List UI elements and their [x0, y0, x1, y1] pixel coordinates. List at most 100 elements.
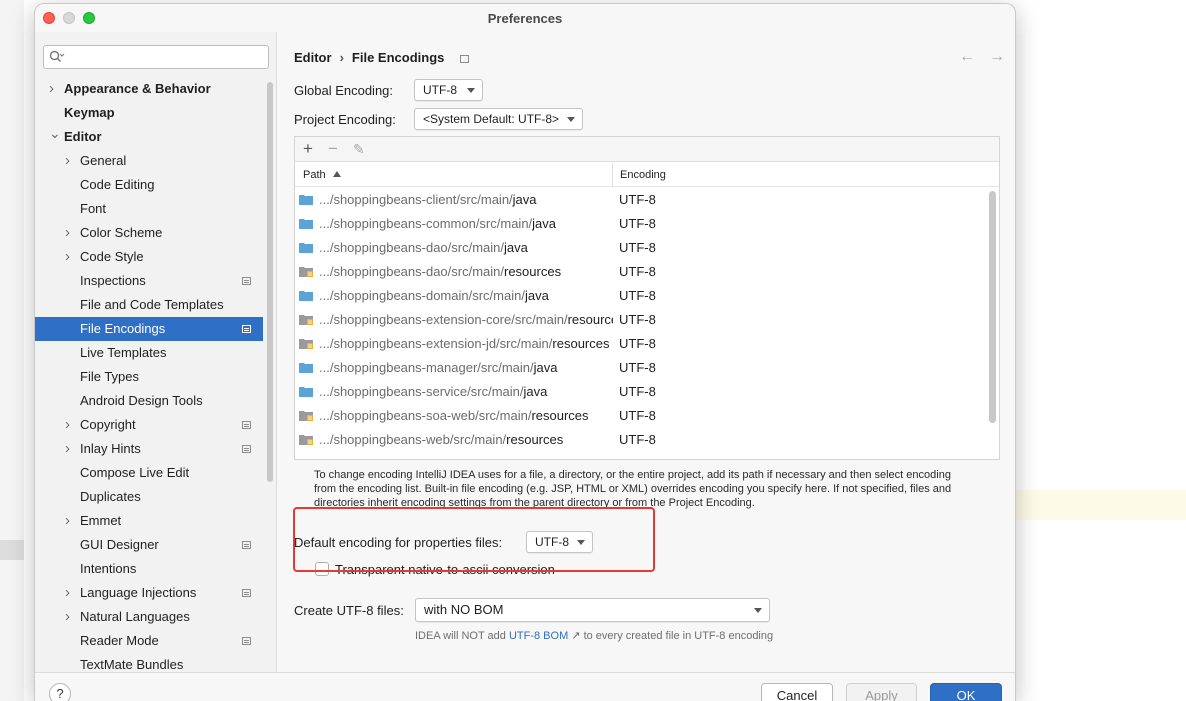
table-row[interactable]: .../shoppingbeans-web/src/main/resources… — [295, 428, 987, 452]
table-row[interactable]: .../shoppingbeans-common/src/main/java UT… — [295, 212, 987, 236]
sidebar-item-duplicates[interactable]: Duplicates — [35, 485, 263, 509]
sidebar-item-inspections[interactable]: Inspections — [35, 269, 263, 293]
sidebar-item-file-encodings[interactable]: File Encodings — [35, 317, 263, 341]
sidebar-item-live-templates[interactable]: Live Templates — [35, 341, 263, 365]
ok-button[interactable]: OK — [930, 683, 1002, 701]
table-row[interactable]: .../shoppingbeans-manager/src/main/java U… — [295, 356, 987, 380]
encoding-cell[interactable]: UTF-8 — [619, 188, 656, 212]
chevron-right-icon[interactable]: › — [49, 77, 59, 101]
source-folder-icon — [299, 387, 313, 397]
edit-path-icon[interactable]: ✎ — [353, 141, 365, 158]
sidebar-item-editor[interactable]: ⌄ Editor — [35, 125, 263, 149]
table-scrollbar[interactable] — [989, 191, 996, 423]
column-header-path[interactable]: Path — [303, 169, 326, 181]
settings-search-input[interactable] — [43, 45, 269, 69]
sidebar-item-natural-languages[interactable]: › Natural Languages — [35, 605, 263, 629]
chevron-right-icon[interactable]: › — [65, 509, 75, 533]
sidebar-item-android-design-tools[interactable]: Android Design Tools — [35, 389, 263, 413]
sidebar-item-file-and-code-templates[interactable]: File and Code Templates — [35, 293, 263, 317]
sidebar-item-emmet[interactable]: › Emmet — [35, 509, 263, 533]
editor-highlighted-line — [1016, 490, 1186, 520]
sidebar-item-keymap[interactable]: Keymap — [35, 101, 263, 125]
chevron-down-icon — [567, 117, 575, 122]
sidebar-item-code-style[interactable]: › Code Style — [35, 245, 263, 269]
table-row[interactable]: .../shoppingbeans-domain/src/main/java UT… — [295, 284, 987, 308]
search-icon — [49, 50, 65, 62]
sidebar-item-reader-mode[interactable]: Reader Mode — [35, 629, 263, 653]
breadcrumb-parent: Editor — [294, 50, 332, 65]
path-prefix: .../shoppingbeans-domain/src/main/ — [319, 288, 525, 303]
sidebar-item-code-editing[interactable]: Code Editing — [35, 173, 263, 197]
preferences-dialog: Preferences › Appearance & Behavior Keymap… — [34, 3, 1016, 701]
sort-ascending-icon — [333, 171, 341, 177]
project-scope-icon — [460, 54, 469, 63]
table-toolbar: + − ✎ — [295, 137, 999, 162]
cancel-button[interactable]: Cancel — [761, 683, 833, 701]
sidebar-item-compose-live-edit[interactable]: Compose Live Edit — [35, 461, 263, 485]
back-arrow-icon[interactable]: ← — [959, 48, 975, 65]
resources-folder-icon — [299, 435, 313, 445]
forward-arrow-icon[interactable]: → — [989, 48, 1005, 65]
sidebar-item-font[interactable]: Font — [35, 197, 263, 221]
sidebar-item-file-types[interactable]: File Types — [35, 365, 263, 389]
source-folder-icon — [299, 219, 313, 229]
add-path-icon[interactable]: + — [303, 139, 313, 159]
encoding-cell[interactable]: UTF-8 — [619, 212, 656, 236]
chevron-right-icon[interactable]: › — [65, 413, 75, 437]
table-row[interactable]: .../shoppingbeans-dao/src/main/resources… — [295, 260, 987, 284]
resources-folder-icon — [299, 339, 313, 349]
apply-button[interactable]: Apply — [846, 683, 917, 701]
help-button[interactable]: ? — [49, 683, 71, 701]
encoding-cell[interactable]: UTF-8 — [619, 284, 656, 308]
chevron-right-icon[interactable]: › — [65, 149, 75, 173]
chevron-right-icon[interactable]: › — [65, 581, 75, 605]
sidebar-item-general[interactable]: › General — [35, 149, 263, 173]
chevron-down-icon[interactable]: ⌄ — [49, 121, 61, 145]
path-prefix: .../shoppingbeans-soa-web/src/main/ — [319, 408, 532, 423]
encoding-cell[interactable]: UTF-8 — [619, 404, 656, 428]
chevron-right-icon[interactable]: › — [65, 245, 75, 269]
path-folder: java — [533, 360, 558, 375]
encoding-cell[interactable]: UTF-8 — [619, 260, 656, 284]
encoding-cell[interactable]: UTF-8 — [619, 332, 656, 356]
encoding-cell[interactable]: UTF-8 — [619, 356, 656, 380]
settings-sidebar: › Appearance & Behavior Keymap ⌄ Editor › Gene… — [35, 32, 277, 672]
path-cell: .../shoppingbeans-manager/src/main/java — [319, 356, 613, 380]
column-header-encoding[interactable]: Encoding — [620, 169, 666, 181]
sidebar-item-inlay-hints[interactable]: › Inlay Hints — [35, 437, 263, 461]
sidebar-item-gui-designer[interactable]: GUI Designer — [35, 533, 263, 557]
chevron-right-icon[interactable]: › — [65, 437, 75, 461]
table-row[interactable]: .../shoppingbeans-soa-web/src/main/resou… — [295, 404, 987, 428]
path-folder: java — [523, 384, 548, 399]
chevron-right-icon[interactable]: › — [65, 221, 75, 245]
create-utf8-select[interactable]: with NO BOM — [415, 598, 770, 622]
remove-path-icon[interactable]: − — [328, 139, 338, 159]
encoding-cell[interactable]: UTF-8 — [619, 428, 656, 452]
sidebar-item-copyright[interactable]: › Copyright — [35, 413, 263, 437]
chevron-down-icon — [754, 608, 762, 613]
sidebar-item-label: Compose Live Edit — [80, 465, 190, 480]
project-scope-icon — [242, 541, 251, 549]
utf8-bom-link[interactable]: UTF-8 BOM — [509, 630, 568, 642]
sidebar-item-label: File Encodings — [80, 321, 166, 336]
table-row[interactable]: .../shoppingbeans-extension-core/src/mai… — [295, 308, 987, 332]
encoding-cell[interactable]: UTF-8 — [619, 236, 656, 260]
sidebar-item-label: File and Code Templates — [80, 297, 224, 312]
chevron-right-icon[interactable]: › — [65, 605, 75, 629]
sidebar-item-color-scheme[interactable]: › Color Scheme — [35, 221, 263, 245]
sidebar-item-language-injections[interactable]: › Language Injections — [35, 581, 263, 605]
sidebar-scrollbar[interactable] — [267, 82, 273, 482]
source-folder-icon — [299, 363, 313, 373]
encoding-cell[interactable]: UTF-8 — [619, 380, 656, 404]
table-row[interactable]: .../shoppingbeans-extension-jd/src/main/… — [295, 332, 987, 356]
encoding-cell[interactable]: UTF-8 — [619, 308, 656, 332]
table-row[interactable]: .../shoppingbeans-service/src/main/java U… — [295, 380, 987, 404]
sidebar-item-intentions[interactable]: Intentions — [35, 557, 263, 581]
table-row[interactable]: .../shoppingbeans-dao/src/main/java UTF-8 — [295, 236, 987, 260]
global-encoding-select[interactable]: UTF-8 — [414, 79, 483, 101]
column-divider[interactable] — [612, 163, 613, 187]
breadcrumb: Editor › File Encodings — [294, 50, 469, 65]
project-encoding-select[interactable]: <System Default: UTF-8> — [414, 108, 583, 130]
sidebar-item-appearance-behavior[interactable]: › Appearance & Behavior — [35, 77, 263, 101]
table-row[interactable]: .../shoppingbeans-client/src/main/java UT… — [295, 188, 987, 212]
